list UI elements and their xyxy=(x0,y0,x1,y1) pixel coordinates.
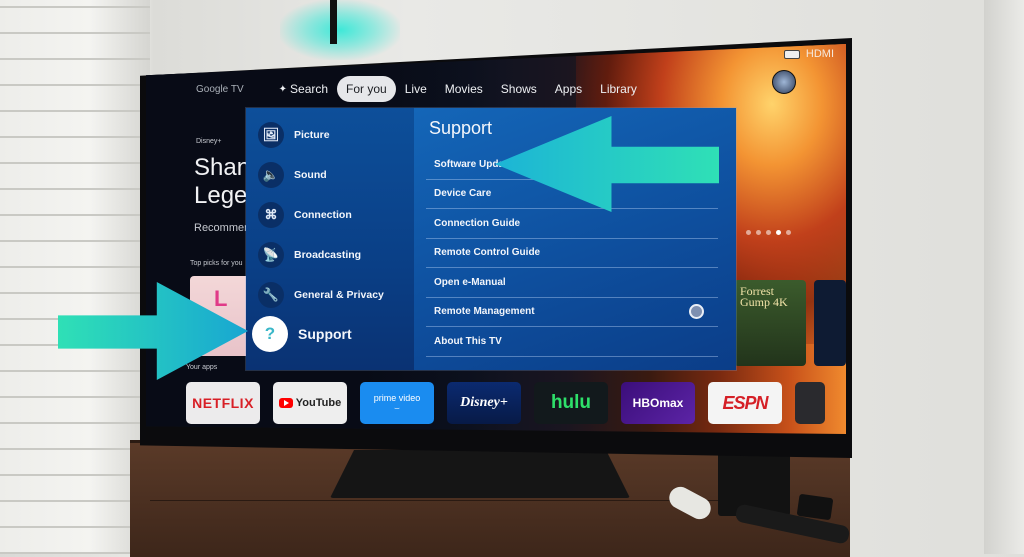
carousel-dot[interactable] xyxy=(786,230,791,235)
picture-icon: 🖼 xyxy=(258,122,284,148)
pick-card-logo: L xyxy=(214,286,228,311)
carousel-dot[interactable] xyxy=(766,230,771,235)
app-netflix[interactable]: NETFLIX xyxy=(186,382,260,424)
submenu-title: Support xyxy=(429,118,493,138)
top-nav: Google TV ✦ Search For you Live Movies S… xyxy=(196,76,646,102)
menu-item-label: Support xyxy=(298,326,352,342)
google-tv-logo: Google TV xyxy=(196,83,244,95)
profile-avatar[interactable] xyxy=(772,70,796,94)
next-card[interactable] xyxy=(814,280,846,366)
menu-item-label: Connection xyxy=(294,209,352,221)
menu-item-general-privacy[interactable]: 🔧 General & Privacy xyxy=(258,282,384,308)
submenu-item-connection-guide[interactable]: Connection Guide xyxy=(426,209,718,239)
settings-menu: 🖼 Picture 🔈 Sound ⌘ Connection 📡 Broadca… xyxy=(246,108,414,370)
app-apple-tv[interactable] xyxy=(795,382,825,424)
app-espn[interactable]: ESPN xyxy=(708,382,782,424)
network-icon: ⌘ xyxy=(258,202,284,228)
menu-item-broadcasting[interactable]: 📡 Broadcasting xyxy=(258,242,361,268)
app-label: YouTube xyxy=(295,397,342,409)
tab-shows[interactable]: Shows xyxy=(492,76,546,102)
forrest-gump-card[interactable]: Forrest Gump 4K xyxy=(734,280,806,366)
menu-item-label: General & Privacy xyxy=(294,289,384,301)
carousel-dot[interactable] xyxy=(756,230,761,235)
menu-item-picture[interactable]: 🖼 Picture xyxy=(258,122,330,148)
app-disney-plus[interactable]: Disney+ xyxy=(447,382,521,424)
menu-item-label: Picture xyxy=(294,129,330,141)
forrest-gump-title: Forrest Gump 4K xyxy=(740,284,788,309)
lamp-pole xyxy=(330,0,337,44)
submenu-item-label: About This TV xyxy=(434,335,502,347)
your-apps-heading: Your apps xyxy=(186,364,218,371)
wrench-icon: 🔧 xyxy=(258,282,284,308)
tv-stand xyxy=(330,450,630,498)
help-cloud-icon: ? xyxy=(252,316,288,352)
tab-search[interactable]: ✦ Search xyxy=(270,76,337,102)
remote-management-toggle[interactable] xyxy=(689,304,704,320)
app-hbo-max[interactable]: HBOmax xyxy=(621,382,695,424)
youtube-play-icon xyxy=(278,398,293,408)
tab-for-you[interactable]: For you xyxy=(337,76,396,102)
submenu-item-remote-management[interactable]: Remote Management xyxy=(426,298,718,327)
input-source: HDMI xyxy=(783,48,834,60)
submenu-item-open-e-manual[interactable]: Open e-Manual xyxy=(426,268,718,298)
submenu-item-label: Device Care xyxy=(434,188,492,200)
carousel-dot[interactable] xyxy=(746,230,751,235)
search-icon: ✦ xyxy=(278,83,288,95)
tab-apps[interactable]: Apps xyxy=(546,76,591,102)
menu-item-label: Sound xyxy=(294,169,327,181)
top-picks-heading: Top picks for you xyxy=(190,260,243,267)
speaker-icon: 🔈 xyxy=(258,162,284,188)
input-source-label: HDMI xyxy=(805,48,834,60)
brick-wall xyxy=(0,0,150,554)
submenu-item-label: Connection Guide xyxy=(434,217,521,229)
tab-movies[interactable]: Movies xyxy=(436,76,492,102)
wall-trim xyxy=(984,0,1024,554)
submenu-item-label: Open e-Manual xyxy=(434,276,506,288)
menu-item-sound[interactable]: 🔈 Sound xyxy=(258,162,327,188)
app-hulu[interactable]: hulu xyxy=(534,382,608,424)
carousel-dot-active[interactable] xyxy=(776,230,781,235)
ambient-light-glow xyxy=(280,0,400,60)
tab-library[interactable]: Library xyxy=(591,76,646,102)
submenu-item-remote-control-guide[interactable]: Remote Control Guide xyxy=(426,239,718,268)
hero-provider: Disney+ xyxy=(196,138,222,145)
menu-item-connection[interactable]: ⌘ Connection xyxy=(258,202,352,228)
tab-live[interactable]: Live xyxy=(396,76,436,102)
app-youtube[interactable]: YouTube xyxy=(273,382,347,424)
tab-label: Search xyxy=(290,82,329,96)
menu-item-label: Broadcasting xyxy=(294,249,362,261)
app-label: prime video xyxy=(373,392,421,403)
hdmi-icon xyxy=(783,49,800,59)
satellite-dish-icon: 📡 xyxy=(258,242,284,268)
apps-row: NETFLIX YouTube prime video ⌣ Disney+ hu… xyxy=(186,382,825,424)
submenu-item-label: Remote Control Guide xyxy=(434,247,541,259)
amazon-smile-icon: ⌣ xyxy=(394,402,400,413)
app-prime-video[interactable]: prime video ⌣ xyxy=(360,382,434,424)
carousel-dots xyxy=(746,230,791,235)
menu-item-support[interactable]: ? Support xyxy=(252,316,352,352)
submenu-item-label: Remote Management xyxy=(434,306,535,318)
submenu-item-about-this-tv[interactable]: About This TV xyxy=(426,327,718,357)
